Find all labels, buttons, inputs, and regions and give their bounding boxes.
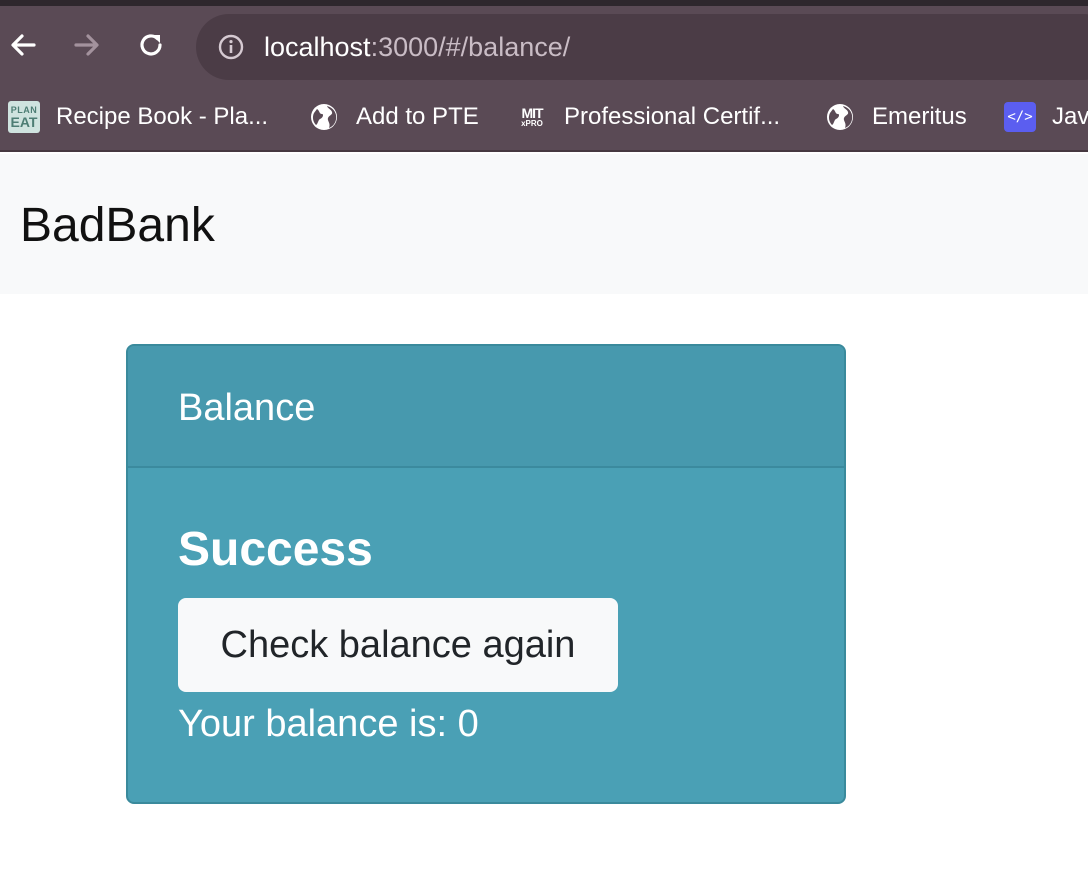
mit-xpro-icon: MIT xPRO xyxy=(521,105,543,128)
reload-button[interactable] xyxy=(134,28,168,62)
bookmark-emeritus[interactable]: Emeritus xyxy=(824,100,967,134)
forward-button[interactable] xyxy=(70,28,104,62)
check-balance-again-button[interactable]: Check balance again xyxy=(178,598,618,692)
reload-icon xyxy=(140,34,162,56)
address-bar[interactable]: localhost:3000/#/balance/ xyxy=(196,14,1088,80)
status-heading: Success xyxy=(178,523,373,576)
info-icon[interactable] xyxy=(218,34,244,60)
bookmarks-bar: PLAN EAT Recipe Book - Pla... Add to PTE… xyxy=(0,86,1088,152)
bookmark-professional-certif[interactable]: MIT xPRO Professional Certif... xyxy=(516,100,780,134)
globe-icon xyxy=(824,101,856,133)
url-path: :3000/#/balance/ xyxy=(370,32,571,62)
brand-link[interactable]: BadBank xyxy=(20,198,215,254)
browser-toolbar: localhost:3000/#/balance/ xyxy=(0,6,1088,86)
bookmark-label: Emeritus xyxy=(872,103,967,130)
bookmark-add-to-pte[interactable]: Add to PTE xyxy=(308,100,479,134)
bookmark-recipe-book[interactable]: PLAN EAT Recipe Book - Pla... xyxy=(8,100,268,134)
arrow-left-icon xyxy=(11,34,36,56)
bookmark-label: Add to PTE xyxy=(356,103,479,130)
balance-text: Your balance is: 0 xyxy=(178,703,479,745)
back-button[interactable] xyxy=(6,28,40,62)
bookmark-label: Recipe Book - Pla... xyxy=(56,103,269,130)
card-title: Balance xyxy=(178,387,316,429)
code-icon: </> xyxy=(1004,101,1036,133)
app-navbar: BadBank xyxy=(0,154,1088,294)
bookmark-javascript[interactable]: </> Jav xyxy=(1004,100,1088,134)
globe-icon xyxy=(308,101,340,133)
bookmark-label: Professional Certif... xyxy=(564,103,781,130)
planeat-icon: PLAN EAT xyxy=(8,101,40,133)
bookmark-label: Jav xyxy=(1052,103,1088,130)
arrow-right-icon xyxy=(74,34,99,56)
url-host: localhost xyxy=(264,32,371,62)
url-text[interactable]: localhost:3000/#/balance/ xyxy=(264,31,570,63)
card-header: Balance xyxy=(128,346,844,468)
balance-card: Balance Success Check balance again Your… xyxy=(126,344,846,804)
